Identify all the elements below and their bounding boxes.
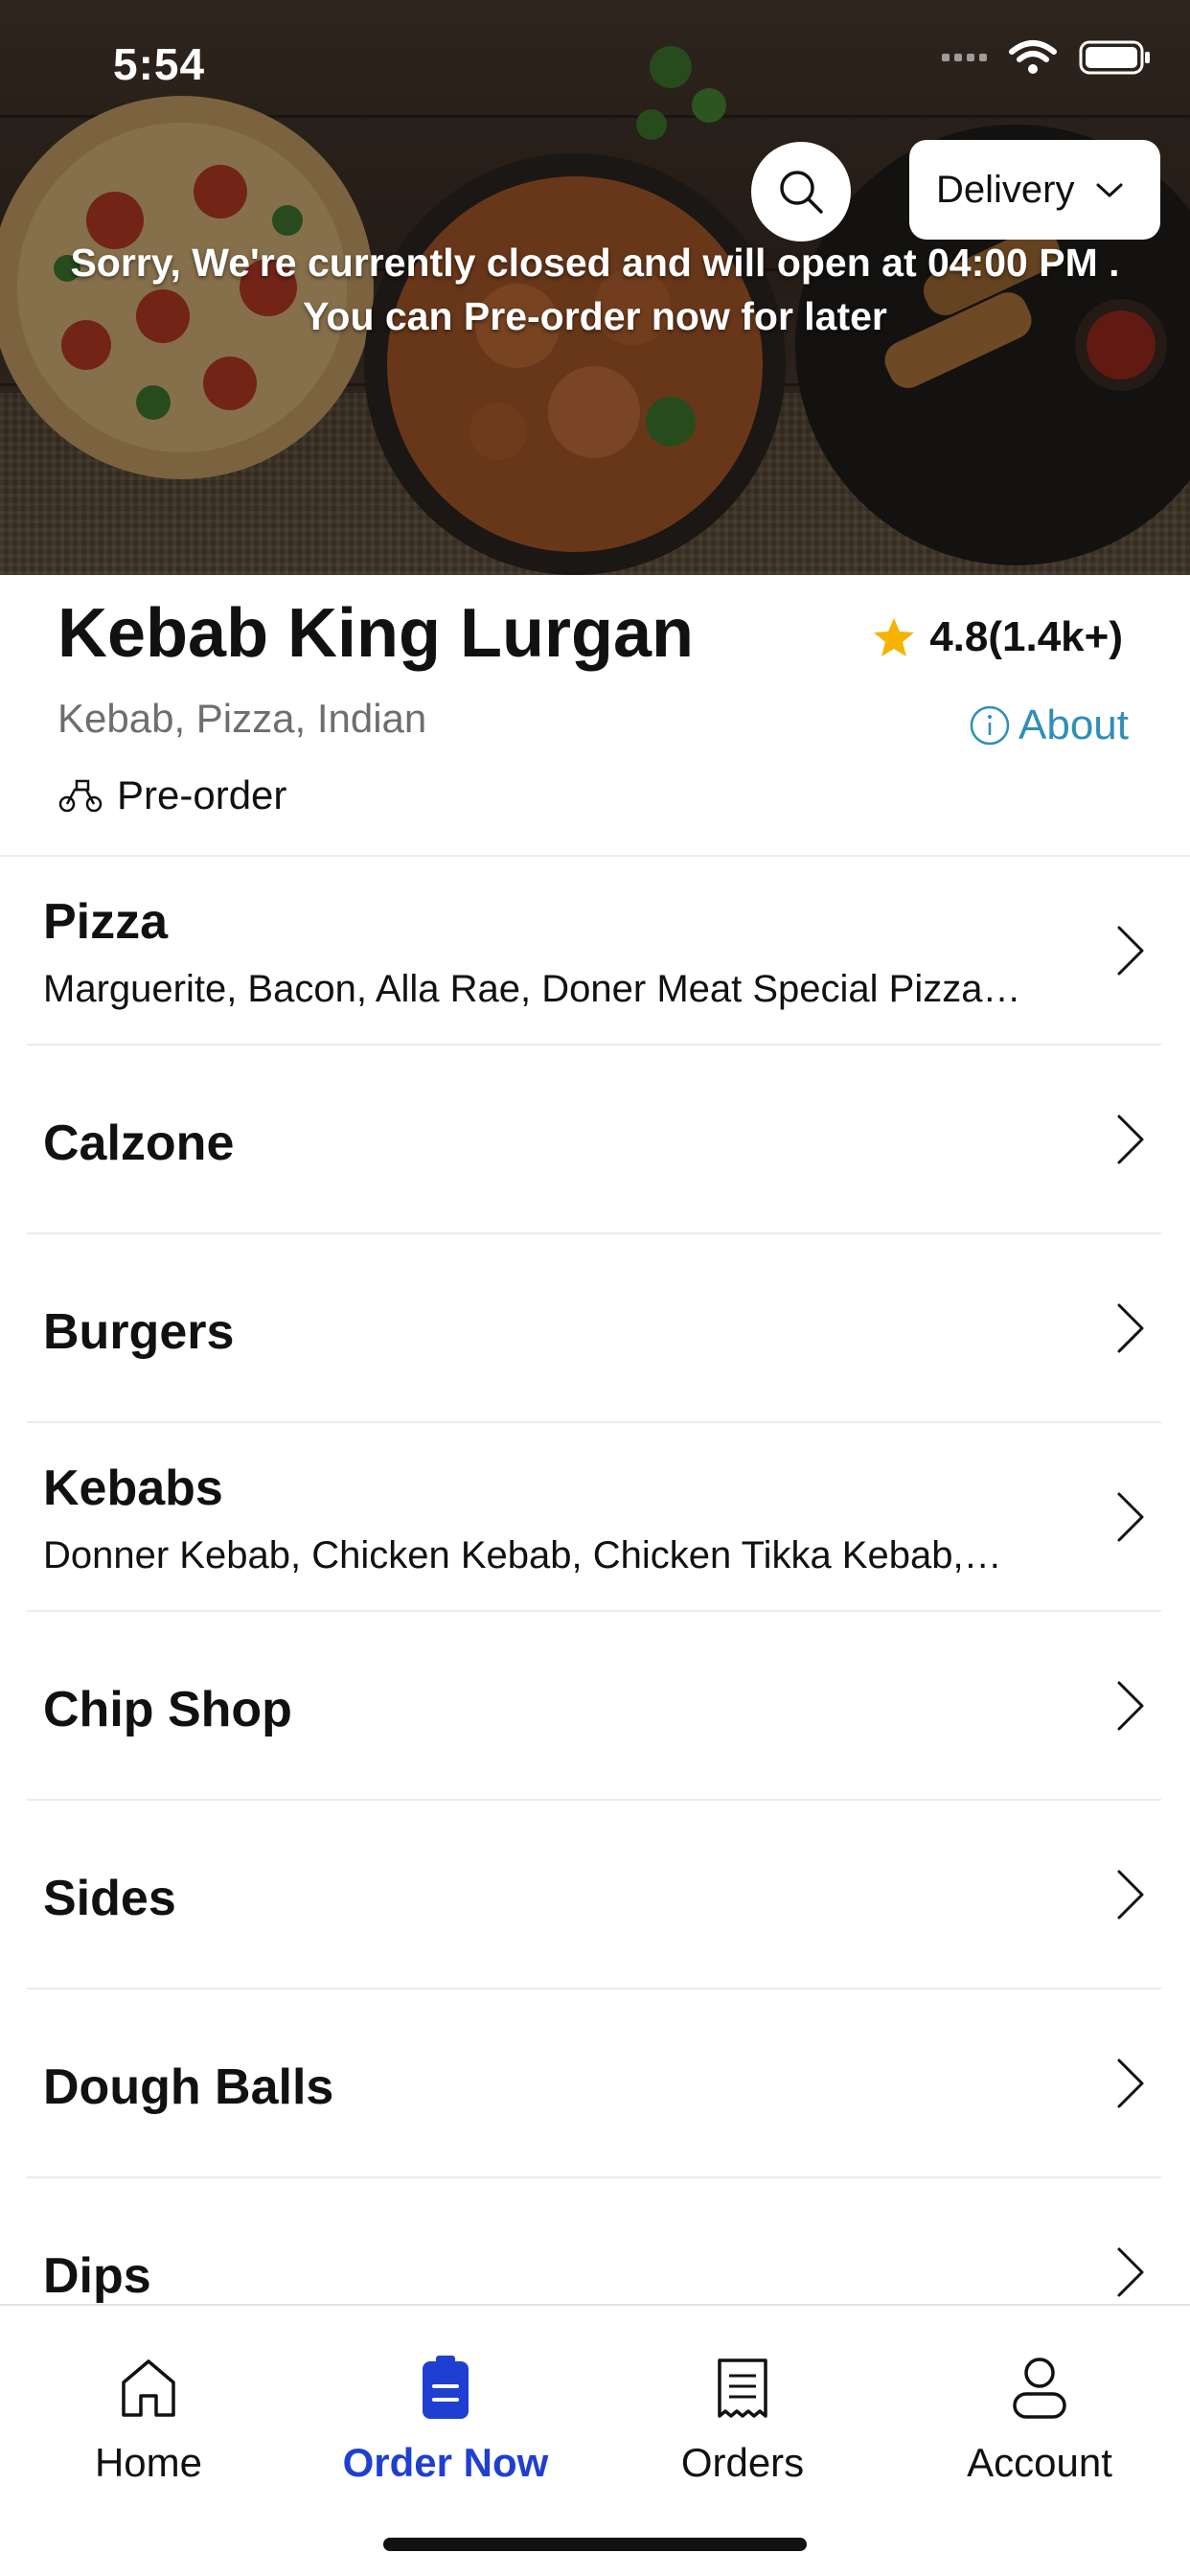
tab-home[interactable]: Home — [0, 2306, 297, 2517]
tab-order-now[interactable]: Order Now — [297, 2306, 594, 2517]
scooter-icon — [58, 779, 103, 813]
hero-banner: 5:54 Delivery Sorry, We're currently clo… — [0, 0, 1190, 575]
receipt-icon — [718, 2358, 767, 2418]
tab-orders[interactable]: Orders — [594, 2306, 891, 2517]
tab-home-label: Home — [94, 2440, 203, 2485]
about-label: About — [1018, 702, 1129, 748]
category-title: Calzone — [43, 1116, 235, 1171]
cuisine-list: Kebab, Pizza, Indian — [57, 696, 427, 741]
restaurant-name: Kebab King Lurgan — [57, 595, 694, 672]
category-title: Sides — [43, 1871, 176, 1926]
category-title: Burgers — [43, 1304, 235, 1360]
category-title: Chip Shop — [43, 1682, 292, 1737]
bottom-tab-bar: Home Order Now Orders Account — [0, 2304, 1190, 2576]
status-time: 5:54 — [113, 39, 206, 89]
tab-order-now-label: Order Now — [342, 2440, 549, 2485]
category-list: Pizza Marguerite, Bacon, Alla Rae, Doner… — [0, 857, 1190, 2304]
category-row-calzone[interactable]: Calzone — [27, 1046, 1161, 1234]
category-row-pizza[interactable]: Pizza Marguerite, Bacon, Alla Rae, Doner… — [27, 857, 1161, 1046]
category-subtitle: Donner Kebab, Chicken Kebab, Chicken Tik… — [43, 1534, 1002, 1576]
rating: 4.8(1.4k+) — [872, 613, 1123, 661]
category-subtitle: Marguerite, Bacon, Alla Rae, Doner Meat … — [43, 968, 1021, 1010]
chevron-right-icon — [1117, 926, 1144, 976]
order-clipboard-icon — [423, 2356, 469, 2419]
closed-notice: Sorry, We're currently closed and will o… — [0, 236, 1190, 343]
star-icon — [874, 618, 915, 656]
chevron-right-icon — [1117, 2058, 1144, 2108]
user-icon — [1013, 2358, 1066, 2419]
category-row-dips[interactable]: Dips — [27, 2178, 1161, 2304]
tab-orders-label: Orders — [680, 2440, 805, 2485]
closed-notice-line1: Sorry, We're currently closed and will o… — [70, 241, 1120, 285]
chevron-down-icon — [1096, 183, 1123, 197]
delivery-mode-dropdown[interactable]: Delivery — [909, 140, 1160, 240]
about-link[interactable]: About — [969, 702, 1129, 749]
closed-notice-line2: You can Pre-order now for later — [303, 294, 887, 338]
preorder-label: Pre-order — [117, 772, 287, 817]
cellular-signal-icon — [942, 54, 987, 61]
category-row-dough-balls[interactable]: Dough Balls — [27, 1990, 1161, 2178]
status-icons — [942, 38, 1152, 77]
info-icon — [970, 705, 1010, 746]
category-title: Dough Balls — [43, 2059, 334, 2115]
chevron-right-icon — [1117, 1681, 1144, 1731]
search-icon — [780, 171, 823, 214]
category-row-chip-shop[interactable]: Chip Shop — [27, 1612, 1161, 1801]
tab-account-label: Account — [967, 2440, 1112, 2485]
search-button[interactable] — [751, 142, 851, 242]
category-row-burgers[interactable]: Burgers — [27, 1234, 1161, 1423]
preorder-indicator: Pre-order — [57, 772, 286, 818]
delivery-mode-label: Delivery — [936, 168, 1075, 211]
rating-value: 4.8(1.4k+) — [929, 613, 1123, 660]
chevron-right-icon — [1117, 1303, 1144, 1353]
category-row-kebabs[interactable]: Kebabs Donner Kebab, Chicken Kebab, Chic… — [27, 1423, 1161, 1612]
category-title: Kebabs — [43, 1460, 223, 1516]
chevron-right-icon — [1117, 1115, 1144, 1164]
battery-icon — [1079, 40, 1150, 75]
home-indicator[interactable] — [383, 2538, 807, 2551]
home-icon — [122, 2359, 175, 2417]
chevron-right-icon — [1117, 2247, 1144, 2297]
category-title: Pizza — [43, 894, 169, 950]
chevron-right-icon — [1117, 1492, 1144, 1542]
wifi-icon — [1009, 40, 1057, 74]
chevron-right-icon — [1117, 1870, 1144, 1920]
category-title: Dips — [43, 2248, 151, 2304]
category-row-sides[interactable]: Sides — [27, 1801, 1161, 1990]
tab-account[interactable]: Account — [891, 2306, 1188, 2517]
